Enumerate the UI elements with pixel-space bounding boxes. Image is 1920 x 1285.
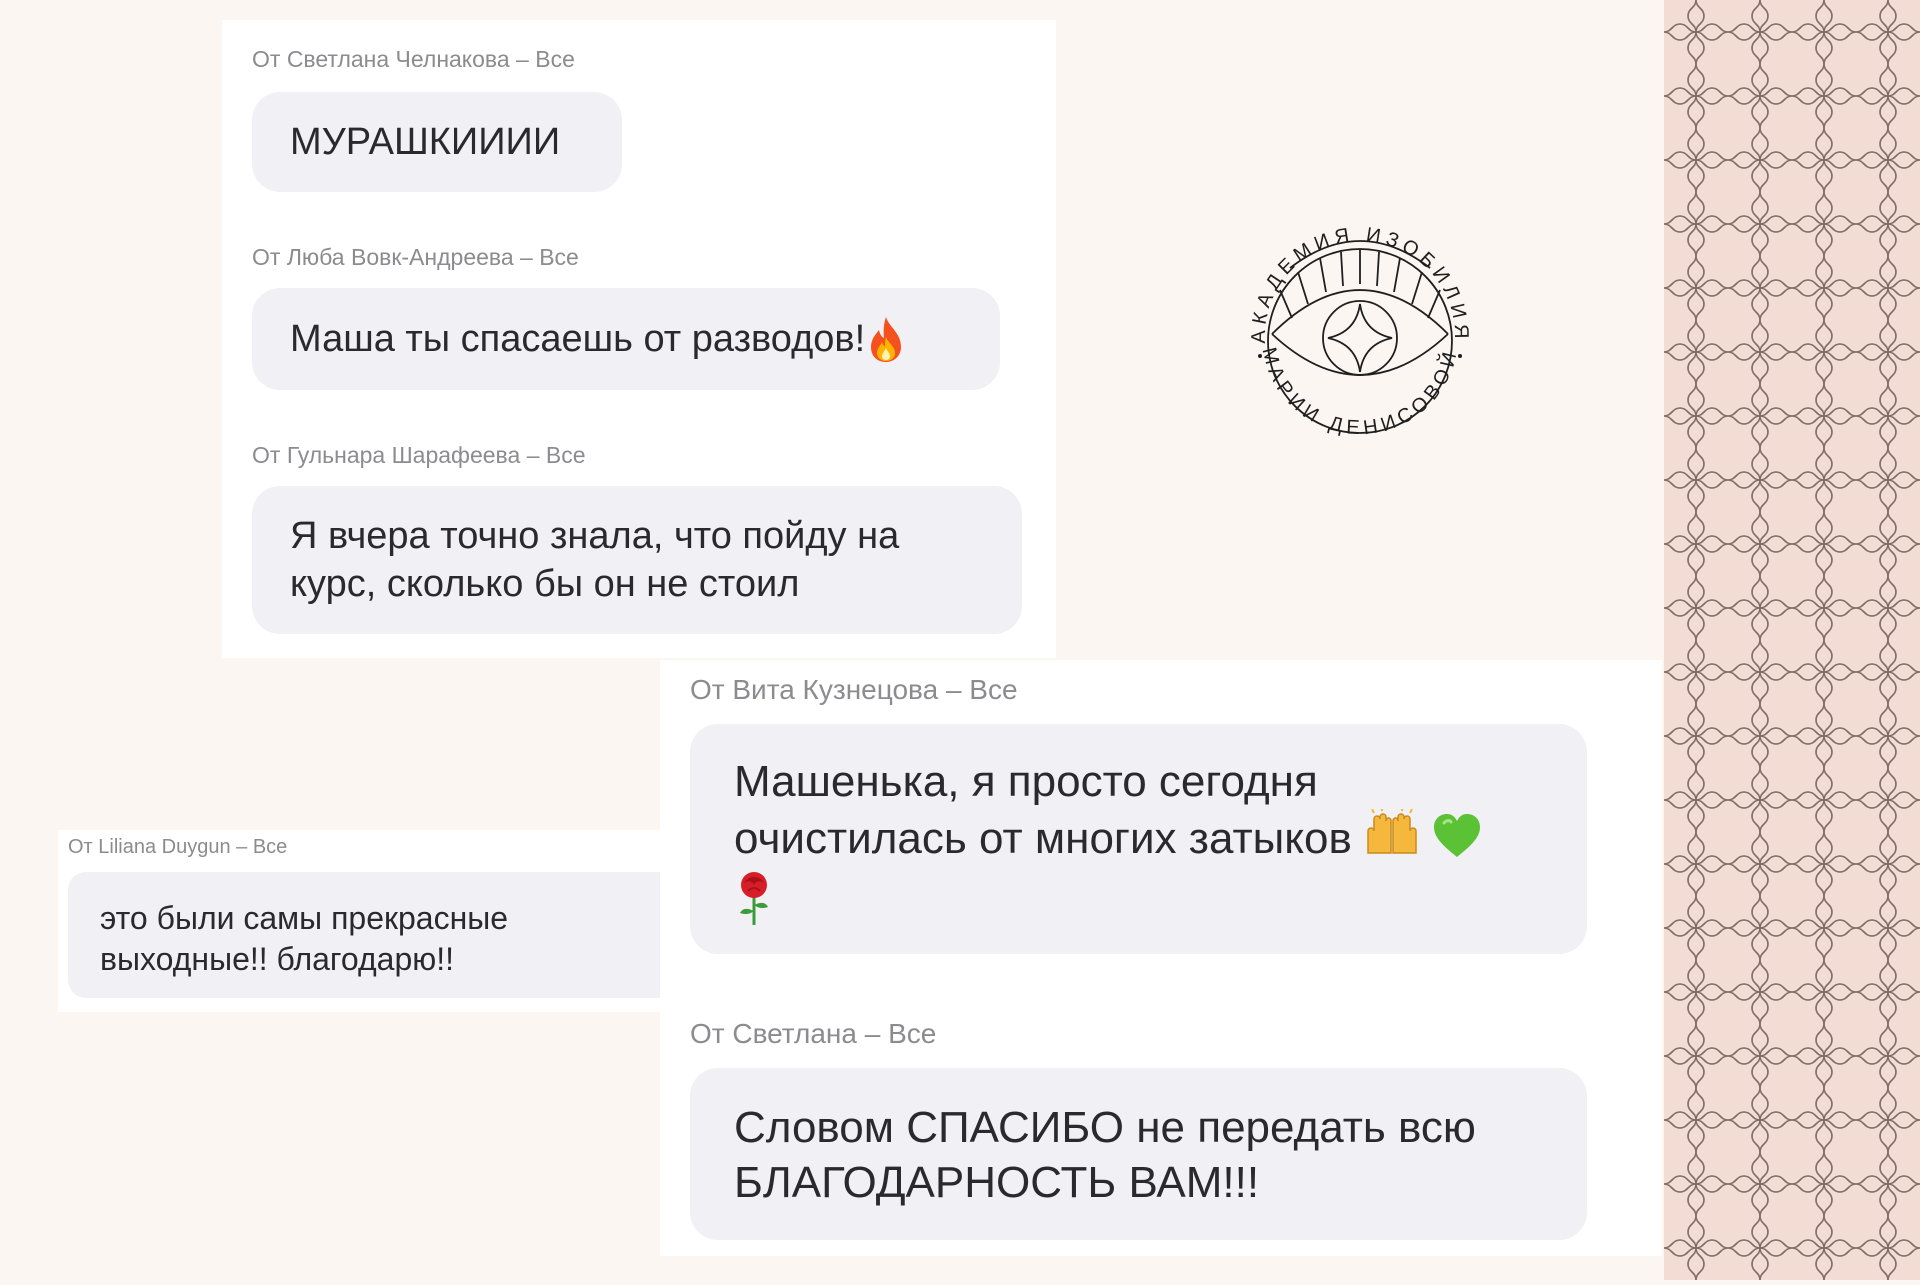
message-sender: От Гульнара Шарафеева – Все [252,442,586,468]
decorative-pattern-panel [1664,0,1920,1280]
message-sender: От Вита Кузнецова – Все [690,674,1018,705]
chat-card-top: От Светлана Челнакова – Все МУРАШКИИИИ О… [222,20,1056,658]
message-bubble: Словом СПАСИБО не передать всю БЛАГОДАРН… [690,1068,1587,1240]
message-sender: От Светлана – Все [690,1018,937,1049]
moroccan-pattern [1664,0,1920,1280]
message-bubble: Машенька, я просто сегодня очистилась от… [690,724,1587,954]
logo-svg: АКАДЕМИЯ ИЗОБИЛИЯ МАРИИ ДЕНИСОВОЙ [1248,224,1467,439]
message-sender: От Светлана Челнакова – Все [252,46,575,72]
message-text: это были самы прекрасные выходные!! благ… [100,900,509,977]
message-text: Словом СПАСИБО не передать всю БЛАГОДАРН… [734,1103,1476,1207]
academy-logo: АКАДЕМИЯ ИЗОБИЛИЯ МАРИИ ДЕНИСОВОЙ [1230,206,1490,466]
message-bubble: МУРАШКИИИИ [252,92,622,192]
message-bubble: Я вчера точно знала, что пойду на курс, … [252,486,1022,634]
rose-emoji [740,872,768,926]
chat-card-right: От Вита Кузнецова – Все Машенька, я прос… [660,660,1662,1256]
raised-hands-emoji [1367,809,1417,854]
message-text: МУРАШКИИИИ [290,121,561,163]
message-sender: От Люба Вовк-Андреева – Все [252,244,579,270]
message-text: Я вчера точно знала, что пойду на курс, … [290,515,900,605]
message-bubble: Маша ты спасаешь от разводов! [252,288,1000,390]
green-heart-emoji [1434,814,1481,857]
message-text: Машенька, я просто сегодня очистилась от… [734,757,1352,863]
fire-emoji [871,317,902,362]
logo-bottom-text: МАРИИ ДЕНИСОВОЙ [1257,345,1462,439]
message-bubble: это были самы прекрасные выходные!! благ… [68,872,668,998]
message-sender: От Liliana Duygun – Все [68,836,288,858]
message-text: Маша ты спасаешь от разводов! [290,318,866,360]
chat-card-left: От Liliana Duygun – Все это были самы пр… [58,830,668,1012]
